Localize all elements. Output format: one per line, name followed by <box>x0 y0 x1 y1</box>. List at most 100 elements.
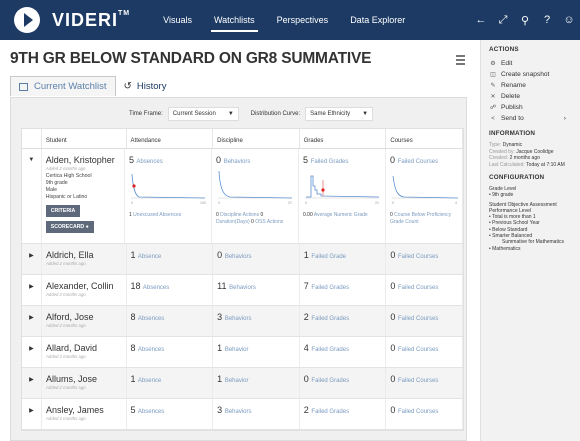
attendance-metric[interactable]: 5 Absences <box>129 155 207 165</box>
grades-metric[interactable]: 4 Failed Grades <box>304 343 382 353</box>
attendance-metric[interactable]: 1 Absence <box>131 374 209 384</box>
discipline-metric[interactable]: 3 Behaviors <box>217 405 295 415</box>
scorecard-button[interactable]: SCORECARD ● <box>45 221 94 233</box>
tab-current-watchlist[interactable]: Current Watchlist <box>10 76 116 96</box>
tick-max: 100 <box>200 201 206 205</box>
page-title: 9TH GR BELOW STANDARD ON GR8 SUMMATIVE <box>10 50 372 67</box>
added-date: Added 2 months ago <box>45 323 86 328</box>
table-row[interactable]: ▶ Aldrich, Ella Added 2 months ago 1 Absenc… <box>22 244 463 275</box>
tick-min: 0 <box>131 201 133 205</box>
expand-icon[interactable]: ⤢ <box>492 14 514 27</box>
configuration-title: CONFIGURATION <box>489 174 545 181</box>
table-row[interactable]: ▶ Allard, David Added 2 months ago 8 Absenc… <box>22 337 463 368</box>
student-name[interactable]: Alexander, Collin <box>46 281 122 291</box>
nav-visuals[interactable]: Visuals <box>152 0 203 40</box>
attendance-metric[interactable]: 8 Absences <box>131 343 209 353</box>
nav-perspectives[interactable]: Perspectives <box>266 0 340 40</box>
discipline-metric[interactable]: 3 Behaviors <box>217 312 295 322</box>
action-create-snapshot[interactable]: ◫ Create snapshot <box>489 69 580 80</box>
added-date: Added 2 months ago <box>45 385 86 390</box>
courses-metric[interactable]: 0 Failed Courses <box>390 281 458 291</box>
chevron-right-icon: › <box>563 115 566 122</box>
table-row-expanded[interactable]: ▼ Alden, Kristopher Added 2 months ago C… <box>22 149 463 244</box>
tab-history[interactable]: ↺ History <box>116 76 175 96</box>
time-frame-select[interactable]: Current Session ▼ <box>167 107 239 121</box>
tab-current-label: Current Watchlist <box>34 81 107 92</box>
attendance-metric[interactable]: 8 Absences <box>131 312 209 322</box>
courses-metric[interactable]: 0 Failed Courses <box>390 250 458 260</box>
discipline-metric[interactable]: 11 Behaviors <box>217 281 295 291</box>
table-row[interactable]: ▶ Alexander, Collin Added 2 months ago 18 A… <box>22 275 463 306</box>
nav-data-explorer[interactable]: Data Explorer <box>339 0 416 40</box>
help-icon[interactable]: ? <box>536 14 558 26</box>
search-icon[interactable]: ⚲ <box>514 14 536 27</box>
table-row[interactable]: ▶ Allums, Jose Added 2 months ago 1 Absence… <box>22 368 463 399</box>
col-courses[interactable]: Courses <box>386 129 464 148</box>
action-publish[interactable]: ☍ Publish <box>489 102 580 113</box>
courses-metric[interactable]: 0 Failed Courses <box>390 405 458 415</box>
student-name[interactable]: Alford, Jose <box>46 312 122 322</box>
added-date: Added 2 months ago <box>45 416 86 421</box>
table-row[interactable]: ▶ Alford, Jose Added 2 months ago 8 Absence… <box>22 306 463 337</box>
added-date: Added 2 months ago <box>45 261 86 266</box>
student-name[interactable]: Alden, Kristopher <box>46 155 120 165</box>
share-icon: < <box>491 115 495 122</box>
tick-max: 37 <box>288 201 292 205</box>
grades-metric[interactable]: 5 Failed Grades <box>303 155 381 165</box>
tick-min: 0 <box>305 201 307 205</box>
courses-metric[interactable]: 0 Failed Courses <box>390 155 458 165</box>
student-name[interactable]: Allums, Jose <box>46 374 122 384</box>
grades-metric[interactable]: 7 Failed Grades <box>304 281 382 291</box>
courses-metric[interactable]: 0 Failed Courses <box>390 312 458 322</box>
student-name[interactable]: Allard, David <box>46 343 122 353</box>
discipline-metric[interactable]: 0 Behaviors <box>216 155 294 165</box>
discipline-metric[interactable]: 0 Behaviors <box>217 250 295 260</box>
added-date: Added 2 months ago <box>45 354 86 359</box>
unexcused-absences[interactable]: 1 Unexcused Absences <box>129 212 207 219</box>
expand-arrow-icon[interactable]: ▶ <box>22 368 42 398</box>
back-arrow-icon[interactable]: ← <box>470 14 492 26</box>
distribution-select[interactable]: Same Ethnicity ▼ <box>305 107 374 121</box>
videri-logo-icon[interactable] <box>14 7 40 33</box>
col-attendance[interactable]: Attendance <box>127 129 214 148</box>
expand-arrow-icon[interactable]: ▶ <box>22 306 42 336</box>
collapse-arrow-icon[interactable]: ▼ <box>22 149 42 243</box>
action-send-to[interactable]: < Send to › <box>489 113 580 124</box>
grades-metric[interactable]: 0 Failed Grades <box>304 374 382 384</box>
student-name[interactable]: Ansley, James <box>46 405 122 415</box>
student-name[interactable]: Aldrich, Ella <box>46 250 122 260</box>
discipline-metric[interactable]: 1 Behavior <box>217 374 295 384</box>
expand-arrow-icon[interactable]: ▶ <box>22 275 42 305</box>
course-below-proficiency[interactable]: 0 Course Below Proficiency Grade Count <box>390 212 458 225</box>
courses-metric[interactable]: 0 Failed Courses <box>390 343 458 353</box>
attendance-metric[interactable]: 1 Absence <box>131 250 209 260</box>
user-icon[interactable]: ☺ <box>558 14 580 26</box>
col-grades[interactable]: Grades <box>300 129 387 148</box>
courses-metric[interactable]: 0 Failed Courses <box>390 374 458 384</box>
chevron-down-icon: ▼ <box>227 111 234 117</box>
grades-metric[interactable]: 2 Failed Grades <box>304 405 382 415</box>
action-edit[interactable]: ⚙ Edit <box>489 58 580 69</box>
col-student[interactable]: Student <box>42 129 127 148</box>
attendance-metric[interactable]: 5 Absences <box>131 405 209 415</box>
attendance-metric[interactable]: 18 Absences <box>131 281 209 291</box>
discipline-metric[interactable]: 1 Behavior <box>217 343 295 353</box>
grades-metric[interactable]: 2 Failed Grades <box>304 312 382 322</box>
expand-arrow-icon[interactable]: ▶ <box>22 399 42 429</box>
grades-metric[interactable]: 1 Failed Grade <box>304 250 382 260</box>
nav-watchlists[interactable]: Watchlists <box>203 0 266 40</box>
action-delete[interactable]: ✕ Delete <box>489 91 580 102</box>
snapshot-icon: ◫ <box>490 72 496 78</box>
table-row[interactable]: ▶ Ansley, James Added 2 months ago 5 Absenc… <box>22 399 463 430</box>
action-rename[interactable]: ✎ Rename <box>489 80 580 91</box>
right-sidebar: ACTIONS ⚙ Edit ◫ Create snapshot ✎ Rename ✕… <box>480 40 580 441</box>
col-discipline[interactable]: Discipline <box>213 129 300 148</box>
avg-numeric-grade[interactable]: 0.00 Average Numeric Grade <box>303 212 381 219</box>
attendance-distribution-chart: 0 100 <box>131 173 206 205</box>
criteria-button[interactable]: CRITERIA <box>45 205 81 217</box>
main-content: 9TH GR BELOW STANDARD ON GR8 SUMMATIVE C… <box>0 40 480 441</box>
expand-arrow-icon[interactable]: ▶ <box>22 337 42 367</box>
expand-arrow-icon[interactable]: ▶ <box>22 244 42 274</box>
top-icons: ← ⤢ ⚲ ? ☺ <box>470 0 580 40</box>
hamburger-menu-icon[interactable] <box>456 55 465 67</box>
